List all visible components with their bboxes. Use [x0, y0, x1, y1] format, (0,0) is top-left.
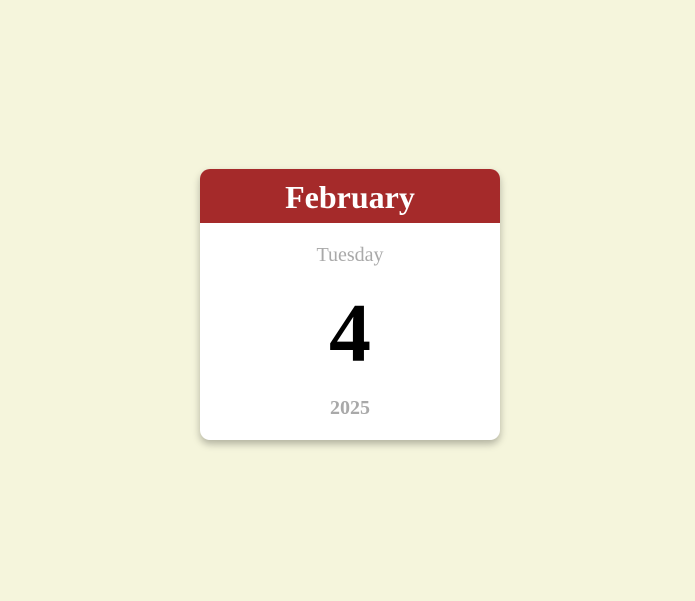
- month-label: February: [285, 178, 415, 215]
- calendar-card: February Tuesday 4 2025: [200, 169, 500, 440]
- year-label: 2025: [330, 397, 370, 419]
- weekday-label: Tuesday: [316, 244, 384, 266]
- day-number: 4: [329, 287, 371, 380]
- calendar-header: February: [200, 169, 500, 223]
